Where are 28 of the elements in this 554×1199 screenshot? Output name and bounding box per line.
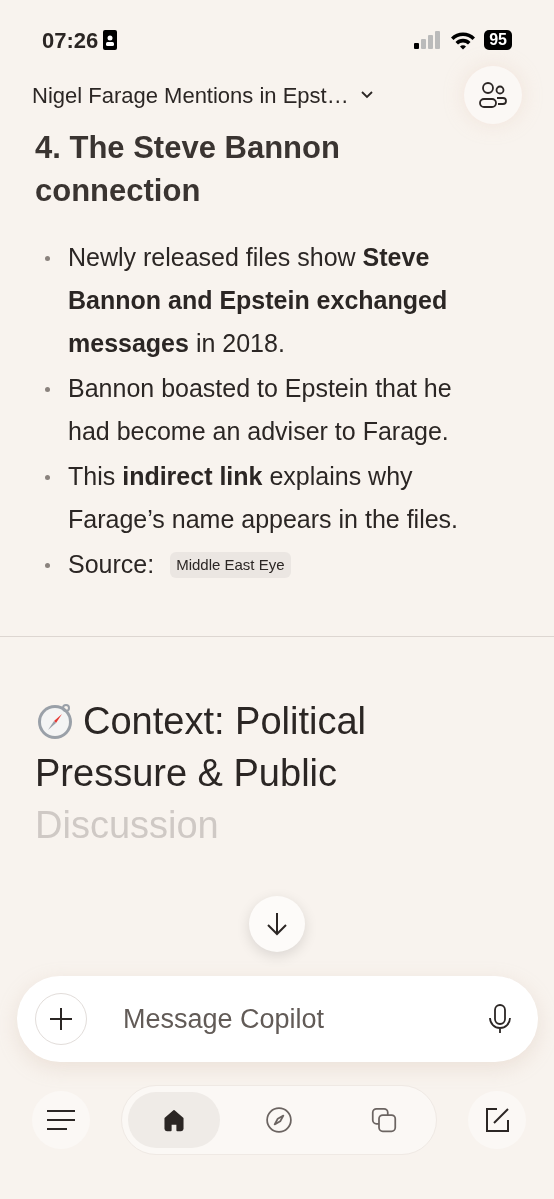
- plus-icon: [49, 1007, 73, 1031]
- bullet-text: Newly released files show Steve Bannon and Epstein exchanged messages in 2018.: [68, 242, 449, 359]
- compass-icon: [264, 1105, 294, 1135]
- compass-icon: [35, 701, 75, 741]
- nav-tab[interactable]: [128, 1092, 220, 1148]
- people-icon: [478, 81, 508, 109]
- microphone-icon: [488, 1004, 512, 1034]
- scroll-down-button[interactable]: [249, 896, 305, 952]
- home-icon: [161, 1107, 187, 1133]
- battery-indicator: 95: [484, 30, 512, 50]
- signal-icon: [414, 31, 443, 49]
- edit-icon: [483, 1106, 511, 1134]
- bullet-text: This indirect link explains why Farage’s name appears in the files.: [68, 461, 460, 535]
- heading-line: Pressure & Public: [35, 751, 337, 796]
- wifi-icon: [450, 30, 477, 50]
- id-badge-icon: [102, 29, 119, 51]
- message-field[interactable]: Message Copilot: [17, 976, 538, 1062]
- section-heading: 4. The Steve Bannon connection: [35, 129, 341, 210]
- copy-icon: [369, 1105, 399, 1135]
- conversation-title-dropdown[interactable]: Nigel Farage Mentions in Epst…: [32, 78, 373, 112]
- bullet-text: Source:: [68, 549, 155, 580]
- chevron-down-icon: [360, 91, 373, 99]
- source-link[interactable]: Middle East Eye: [170, 551, 291, 578]
- status-time: 07:26: [42, 26, 99, 55]
- arrow-down-icon: [266, 912, 288, 936]
- menu-icon: [46, 1109, 76, 1131]
- bullet-text: Bannon boasted to Epstein that he had become an adviser to Farage.: [68, 373, 453, 447]
- heading-line: Context: Political: [83, 699, 366, 744]
